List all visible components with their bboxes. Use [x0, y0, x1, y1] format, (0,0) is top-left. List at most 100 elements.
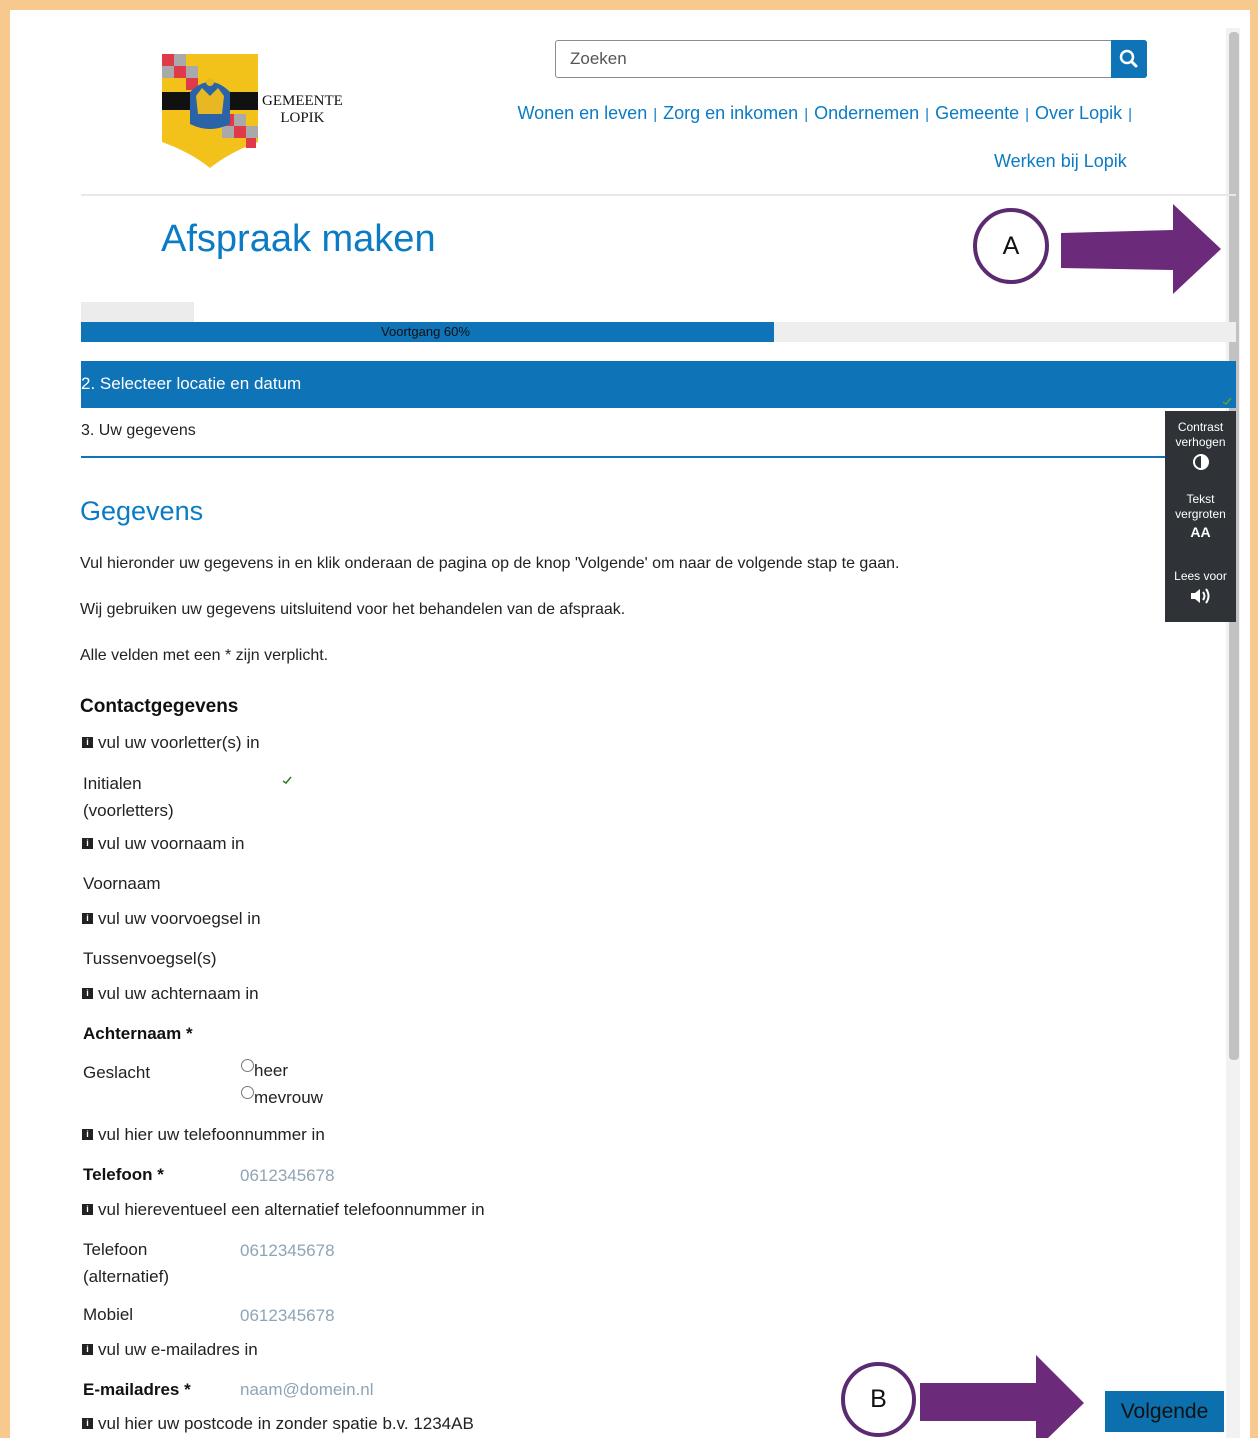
phone-input[interactable]	[240, 1165, 540, 1187]
arrow-right-icon	[920, 1355, 1084, 1438]
logo-wordmark[interactable]: GEMEENTE LOPIK	[262, 93, 343, 127]
hint-alt-phone: i vul hiereventueel een alternatief telef…	[82, 1200, 485, 1220]
hint-prefix-text: vul uw voorvoegsel in	[98, 909, 261, 928]
label-initials: Initialen (voorletters)	[83, 770, 174, 824]
search-box	[555, 40, 1147, 78]
hint-postcode: i vul hier uw postcode in zonder spatie b…	[82, 1414, 474, 1434]
logo-line-2: LOPIK	[280, 110, 325, 126]
nav-item-werken[interactable]: Werken bij Lopik	[994, 151, 1127, 172]
search-input[interactable]	[570, 48, 1100, 70]
firstname-input[interactable]	[240, 874, 540, 896]
info-icon: i	[82, 838, 93, 849]
checkmark-icon	[282, 776, 292, 785]
step-location-date[interactable]: 2. Selecteer locatie en datum	[81, 361, 1236, 408]
hint-email: i vul uw e-mailadres in	[82, 1340, 258, 1360]
read-aloud-label: Lees voor	[1174, 569, 1227, 583]
annotation-marker-b: B	[841, 1362, 916, 1437]
contrast-button[interactable]: Contrast verhogen	[1165, 420, 1236, 476]
radio-heer-label: heer	[254, 1061, 289, 1080]
nav-item-gemeente[interactable]: Gemeente	[935, 103, 1019, 123]
hint-initials-text: vul uw voorletter(s) in	[98, 733, 260, 752]
nav-item-wonen[interactable]: Wonen en leven	[517, 103, 647, 123]
label-mobile: Mobiel	[83, 1305, 134, 1324]
annotation-label-a: A	[1002, 232, 1020, 260]
hint-email-text: vul uw e-mailadres in	[98, 1340, 258, 1359]
initials-input[interactable]	[300, 774, 500, 796]
label-gender: Geslacht	[83, 1063, 151, 1082]
step-your-details[interactable]: 3. Uw gegevens	[81, 422, 196, 440]
text-size-button[interactable]: Tekst vergroten AA	[1165, 492, 1236, 540]
privacy-text: Wij gebruiken uw gegevens uitsluitend vo…	[80, 601, 626, 618]
hint-phone-text: vul hier uw telefoonnummer in	[98, 1125, 325, 1144]
contact-heading: Contactgegevens	[80, 696, 239, 717]
label-prefix: Tussenvoegsel(s)	[83, 949, 217, 968]
annotation-marker-a: A	[973, 208, 1049, 284]
info-icon: i	[82, 1204, 93, 1215]
checkmark-icon	[1222, 397, 1232, 406]
text-size-label: Tekst vergroten	[1175, 492, 1226, 521]
radio-heer[interactable]: heer	[241, 1059, 288, 1081]
accessibility-toolbar: Contrast verhogen Tekst vergroten AA Lee…	[1165, 411, 1236, 622]
info-icon: i	[82, 737, 93, 748]
contrast-icon	[1192, 454, 1209, 470]
mobile-input[interactable]	[240, 1305, 540, 1327]
progress-label: Voortgang 60%	[381, 324, 470, 339]
info-icon: i	[82, 1129, 93, 1140]
label-alt-phone: Telefoon (alternatief)	[83, 1236, 169, 1290]
info-icon: i	[82, 1418, 93, 1429]
hint-phone: i vul hier uw telefoonnummer in	[82, 1125, 325, 1145]
info-icon: i	[82, 988, 93, 999]
main-nav: Wonen en leven | Zorg en inkomen | Onderneme…	[517, 103, 1138, 124]
prefix-input[interactable]	[270, 949, 510, 971]
arrow-right-icon	[1061, 204, 1221, 294]
nav-item-over-lopik[interactable]: Over Lopik	[1035, 103, 1122, 123]
info-icon: i	[82, 1344, 93, 1355]
label-firstname: Voornaam	[83, 874, 161, 893]
label-initials-line-2: (voorletters)	[83, 801, 174, 820]
annotation-label-b: B	[870, 1385, 887, 1413]
lastname-input[interactable]	[240, 1024, 540, 1046]
radio-mevrouw[interactable]: mevrouw	[241, 1086, 323, 1108]
radio-circle[interactable]	[241, 1086, 254, 1099]
nav-separator: |	[653, 106, 658, 123]
required-note: Alle velden met een * zijn verplicht.	[80, 647, 329, 664]
section-heading: Gegevens	[80, 496, 204, 526]
hint-alt-phone-text: vul hiereventueel een alternatief telefo…	[98, 1200, 485, 1219]
info-icon: i	[82, 913, 93, 924]
text-size-icon: AA	[1190, 524, 1211, 540]
read-aloud-button[interactable]: Lees voor	[1165, 569, 1236, 609]
tab-placeholder	[81, 302, 194, 322]
page: GEMEENTE LOPIK Wonen en leven | Zorg en in…	[10, 10, 1250, 1438]
hint-lastname: i vul uw achternaam in	[82, 984, 259, 1004]
logo-line-1: GEMEENTE	[262, 93, 343, 109]
label-lastname: Achternaam *	[83, 1024, 193, 1043]
hint-initials: i vul uw voorletter(s) in	[82, 733, 260, 753]
nav-item-zorg[interactable]: Zorg en inkomen	[663, 103, 798, 123]
search-button[interactable]	[1111, 40, 1147, 78]
label-initials-line-1: Initialen	[83, 774, 142, 793]
email-input[interactable]	[240, 1379, 540, 1401]
nav-separator: |	[1128, 106, 1132, 123]
alt-phone-input[interactable]	[240, 1240, 540, 1262]
speaker-icon	[1190, 588, 1209, 604]
municipality-logo-icon[interactable]	[160, 52, 260, 170]
search-icon	[1119, 49, 1138, 68]
step-underline	[81, 456, 1165, 458]
hint-firstname-text: vul uw voornaam in	[98, 834, 245, 853]
label-email: E-mailadres *	[83, 1380, 191, 1399]
nav-separator: |	[804, 106, 809, 123]
hint-postcode-text: vul hier uw postcode in zonder spatie b.…	[98, 1414, 474, 1433]
contrast-label: Contrast verhogen	[1175, 420, 1226, 449]
hint-lastname-text: vul uw achternaam in	[98, 984, 259, 1003]
nav-separator: |	[925, 106, 930, 123]
label-phone: Telefoon *	[83, 1165, 164, 1184]
nav-item-ondernemen[interactable]: Ondernemen	[814, 103, 919, 123]
next-button[interactable]: Volgende	[1105, 1391, 1224, 1432]
header-divider	[81, 194, 1236, 196]
page-title: Afspraak maken	[161, 218, 436, 260]
radio-mevrouw-label: mevrouw	[254, 1088, 323, 1107]
label-alt-phone-line-2: (alternatief)	[83, 1267, 169, 1286]
nav-separator: |	[1025, 106, 1030, 123]
intro-text: Vul hieronder uw gegevens in en klik ond…	[80, 555, 900, 572]
radio-circle[interactable]	[241, 1059, 254, 1072]
